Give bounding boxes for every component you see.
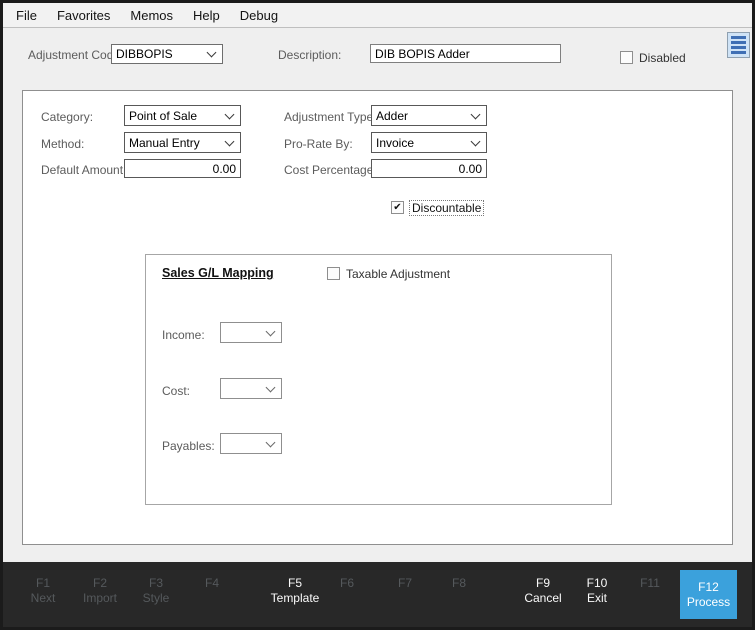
adjustment-form-panel: Category: Point of Sale Adjustment Type:… [22,90,733,545]
default-amount-label: Default Amount: [41,163,126,177]
chevron-down-icon [266,439,276,449]
fkey-f11: F11 [610,576,690,591]
menu-favorites[interactable]: Favorites [47,8,120,23]
menu-memos[interactable]: Memos [120,8,183,23]
cost-percentage-input[interactable] [371,159,487,178]
description-label: Description: [278,48,341,62]
fkey-f12-process-button[interactable]: F12Process [680,570,737,619]
adjustment-type-value: Adder [372,109,471,123]
chevron-down-icon [471,138,481,148]
menu-help[interactable]: Help [183,8,230,23]
menu-debug[interactable]: Debug [230,8,288,23]
category-select[interactable]: Point of Sale [124,105,241,126]
method-label: Method: [41,137,84,151]
sales-gl-mapping-panel: Sales G/L Mapping Taxable Adjustment Inc… [145,254,612,505]
chevron-down-icon [225,138,235,148]
cost-select[interactable] [220,378,282,399]
method-select[interactable]: Manual Entry [124,132,241,153]
discountable-checkbox-label: Discountable [409,200,484,216]
method-value: Manual Entry [125,136,225,150]
category-value: Point of Sale [125,109,225,123]
category-label: Category: [41,110,93,124]
disabled-checkbox[interactable] [620,51,633,64]
disabled-checkbox-label: Disabled [639,51,686,65]
cost-percentage-label: Cost Percentage: [284,163,377,177]
menu-file[interactable]: File [6,8,47,23]
adjustment-type-select[interactable]: Adder [371,105,487,126]
adjustment-code-select[interactable]: DIBBOPIS [111,44,223,64]
description-input[interactable] [370,44,561,63]
pro-rate-by-value: Invoice [372,136,471,150]
chevron-down-icon [266,384,276,394]
income-label: Income: [162,328,205,342]
list-menu-button[interactable] [727,32,750,58]
adjustment-type-label: Adjustment Type: [284,110,377,124]
sales-gl-mapping-title: Sales G/L Mapping [162,266,274,280]
app-window: File Favorites Memos Help Debug Adjustme… [0,0,755,630]
chevron-down-icon [471,111,481,121]
cost-label: Cost: [162,384,190,398]
fkey-f8: F8 [419,576,499,591]
chevron-down-icon [225,111,235,121]
chevron-down-icon [207,49,217,59]
pro-rate-by-select[interactable]: Invoice [371,132,487,153]
payables-label: Payables: [162,439,215,453]
function-key-bar: F1Next F2Import F3Style F4 F5Template F6… [3,562,752,627]
payables-select[interactable] [220,433,282,454]
adjustment-code-label: Adjustment Code: [28,48,123,62]
fkey-f4: F4 [172,576,252,591]
taxable-adjustment-checkbox[interactable] [327,267,340,280]
chevron-down-icon [266,328,276,338]
pro-rate-by-label: Pro-Rate By: [284,137,353,151]
menu-bar: File Favorites Memos Help Debug [3,3,752,28]
discountable-checkbox[interactable] [391,201,404,214]
default-amount-input[interactable] [124,159,241,178]
income-select[interactable] [220,322,282,343]
adjustment-code-value: DIBBOPIS [112,47,207,61]
taxable-adjustment-label: Taxable Adjustment [346,267,450,281]
